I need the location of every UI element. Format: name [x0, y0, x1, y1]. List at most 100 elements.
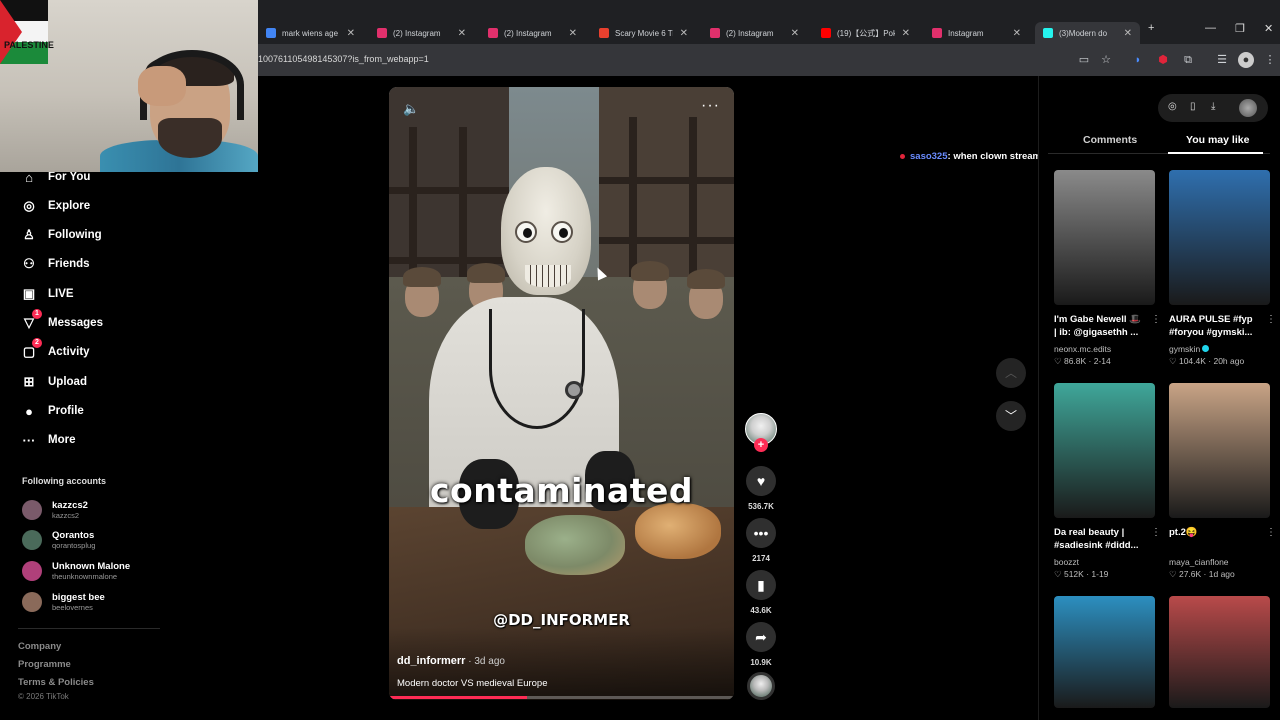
close-tab-icon[interactable]: ✕ — [902, 28, 910, 39]
share-arrow-icon[interactable]: ➦ — [746, 622, 776, 652]
card-author[interactable]: neonx.mc.edits — [1054, 344, 1155, 354]
video-thumbnail[interactable] — [1169, 170, 1270, 305]
bookmark-star-icon[interactable]: ☆ — [1098, 52, 1114, 68]
video-thumbnail[interactable] — [1054, 596, 1155, 708]
close-tab-icon[interactable]: ✕ — [680, 28, 688, 39]
card-stats: ♡ 104.4K · 20h ago — [1169, 356, 1245, 366]
nav-item-upload[interactable]: ⊞ Upload — [20, 371, 87, 393]
url-text[interactable]: 100761105498145307?is_from_webapp=1 — [258, 54, 429, 64]
card-menu-icon[interactable]: ⋮ — [1151, 527, 1161, 538]
restore-button[interactable]: ❐ — [1235, 22, 1245, 35]
cast-icon[interactable]: ▭ — [1076, 52, 1092, 68]
card-title[interactable]: AURA PULSE #fyp #foryou #gymski... — [1169, 313, 1261, 341]
close-tab-icon[interactable]: ✕ — [1124, 28, 1132, 39]
video-progress-bar[interactable] — [389, 696, 734, 699]
user-avatar[interactable] — [1239, 99, 1257, 117]
card-author-name[interactable]: gymskin — [1169, 344, 1200, 354]
footer-link[interactable]: Company — [18, 641, 61, 652]
card-author[interactable]: boozzt — [1054, 557, 1155, 567]
video-thumbnail[interactable] — [1054, 383, 1155, 518]
new-tab-button[interactable]: + — [1148, 22, 1154, 34]
card-menu-icon[interactable]: ⋮ — [1266, 314, 1276, 325]
video-description: Modern doctor VS medieval Europe — [397, 678, 548, 689]
nav-item-more[interactable]: ··· More — [20, 429, 76, 451]
extension-icon[interactable]: ⬢ — [1155, 52, 1171, 68]
nav-item-explore[interactable]: ◎ Explore — [20, 195, 90, 217]
sound-disc[interactable] — [747, 672, 775, 700]
card-menu-icon[interactable]: ⋮ — [1151, 314, 1161, 325]
like-button[interactable]: ♥ 536.7K — [745, 466, 777, 511]
browser-tab[interactable]: (3)Modern do ✕ — [1035, 22, 1140, 44]
browser-tab[interactable]: (2) Instagram ✕ — [369, 22, 474, 44]
previous-video-chevron-up-icon[interactable]: ︿ — [996, 358, 1026, 388]
recommended-video-card[interactable]: AURA PULSE #fyp #foryou #gymski... ⋮ gymsk… — [1169, 170, 1276, 367]
card-title[interactable]: pt.2😝 — [1169, 526, 1261, 554]
card-menu-icon[interactable]: ⋮ — [1266, 527, 1276, 538]
card-title[interactable]: Da real beauty | #sadiesink #didd... — [1054, 526, 1146, 554]
recommended-video-card[interactable] — [1169, 596, 1270, 708]
close-window-button[interactable]: ✕ — [1264, 22, 1273, 35]
share-button[interactable]: ➦ 10.9K — [745, 622, 777, 667]
recommended-video-card[interactable]: pt.2😝 ⋮ maya_cianflone ♡ 27.6K · 1d ago — [1169, 383, 1276, 580]
following-account[interactable]: kazzcs2 kazzcs2 — [22, 497, 88, 523]
nav-item-following[interactable]: ♙ Following — [20, 224, 101, 246]
footer-link[interactable]: Terms & Policies — [18, 677, 94, 688]
following-account[interactable]: biggest bee beelovernes — [22, 589, 105, 615]
extensions-puzzle-icon[interactable]: ⧉ — [1180, 52, 1196, 68]
more-options-icon[interactable]: ··· — [701, 97, 720, 115]
footer-link[interactable]: Programme — [18, 659, 71, 670]
close-tab-icon[interactable]: ✕ — [458, 28, 466, 39]
card-title[interactable]: I'm Gabe Newell 🎩 | ib: @gigasethh ... — [1054, 313, 1146, 341]
tab-you-may-like[interactable]: You may like — [1186, 134, 1249, 146]
palestine-flag — [0, 0, 48, 64]
recommended-video-card[interactable] — [1054, 596, 1155, 708]
video-thumbnail[interactable] — [1169, 596, 1270, 708]
browser-menu-icon[interactable]: ⋮ — [1262, 52, 1278, 68]
nav-item-activity[interactable]: ▢ 2 Activity — [20, 338, 90, 363]
nav-item-profile[interactable]: ● Profile — [20, 400, 84, 422]
card-author[interactable]: maya_cianflone — [1169, 557, 1270, 567]
follow-plus-icon[interactable]: + — [754, 438, 768, 452]
minimize-button[interactable]: — — [1205, 22, 1216, 34]
nav-item-messages[interactable]: ▽ 1 Messages — [20, 309, 103, 334]
close-tab-icon[interactable]: ✕ — [569, 28, 577, 39]
video-thumbnail[interactable] — [1169, 383, 1270, 518]
recommended-video-card[interactable]: I'm Gabe Newell 🎩 | ib: @gigasethh ... ⋮ n… — [1054, 170, 1161, 367]
download-icon[interactable]: ⤓ — [1211, 101, 1215, 112]
browser-tab[interactable]: (19)【公式】Pokém ✕ — [813, 22, 918, 44]
card-author-name[interactable]: boozzt — [1054, 557, 1079, 567]
next-video-chevron-down-icon[interactable]: ﹀ — [996, 401, 1026, 431]
tab-search-icon[interactable]: ☰ — [1214, 52, 1230, 68]
profile-avatar-icon[interactable]: ● — [1238, 52, 1254, 68]
phone-icon[interactable]: ▯ — [1190, 101, 1196, 112]
nav-item-friends[interactable]: ⚇ Friends — [20, 253, 89, 275]
browser-tab[interactable]: Scary Movie 6 Tra ✕ — [591, 22, 696, 44]
author-name[interactable]: dd_informerr — [397, 655, 465, 667]
browser-tab[interactable]: mark wiens age - ✕ — [258, 22, 363, 44]
video-player[interactable]: contaminated @DD_INFORMER dd_informerr ·… — [389, 87, 734, 700]
browser-tab[interactable]: (2) Instagram ✕ — [480, 22, 585, 44]
bookmark-icon[interactable]: ▮ — [746, 570, 776, 600]
close-tab-icon[interactable]: ✕ — [791, 28, 799, 39]
following-account[interactable]: Unknown Malone theunknownmalone — [22, 558, 130, 584]
speaker-muted-icon[interactable]: 🔈 — [403, 101, 419, 117]
heart-icon[interactable]: ♥ — [746, 466, 776, 496]
save-button[interactable]: ▮ 43.6K — [745, 570, 777, 615]
extension-icon[interactable]: ◗ — [1130, 52, 1146, 68]
close-tab-icon[interactable]: ✕ — [347, 28, 355, 39]
nav-item-live[interactable]: ▣ LIVE — [20, 283, 74, 305]
browser-tab[interactable]: Instagram ✕ — [924, 22, 1029, 44]
comment-button[interactable]: ••• 2174 — [745, 518, 777, 563]
following-account[interactable]: Qorantos qorantosplug — [22, 527, 95, 553]
card-author[interactable]: gymskin — [1169, 344, 1270, 354]
browser-tab[interactable]: (2) Instagram ✕ — [702, 22, 807, 44]
video-author[interactable]: dd_informerr · 3d ago — [397, 655, 505, 667]
compass-icon[interactable]: ◎ — [1168, 101, 1177, 112]
card-author-name[interactable]: maya_cianflone — [1169, 557, 1229, 567]
tab-comments[interactable]: Comments — [1083, 134, 1137, 146]
comment-bubble-icon[interactable]: ••• — [746, 518, 776, 548]
recommended-video-card[interactable]: Da real beauty | #sadiesink #didd... ⋮ boo… — [1054, 383, 1161, 580]
close-tab-icon[interactable]: ✕ — [1013, 28, 1021, 39]
card-author-name[interactable]: neonx.mc.edits — [1054, 344, 1111, 354]
video-thumbnail[interactable] — [1054, 170, 1155, 305]
